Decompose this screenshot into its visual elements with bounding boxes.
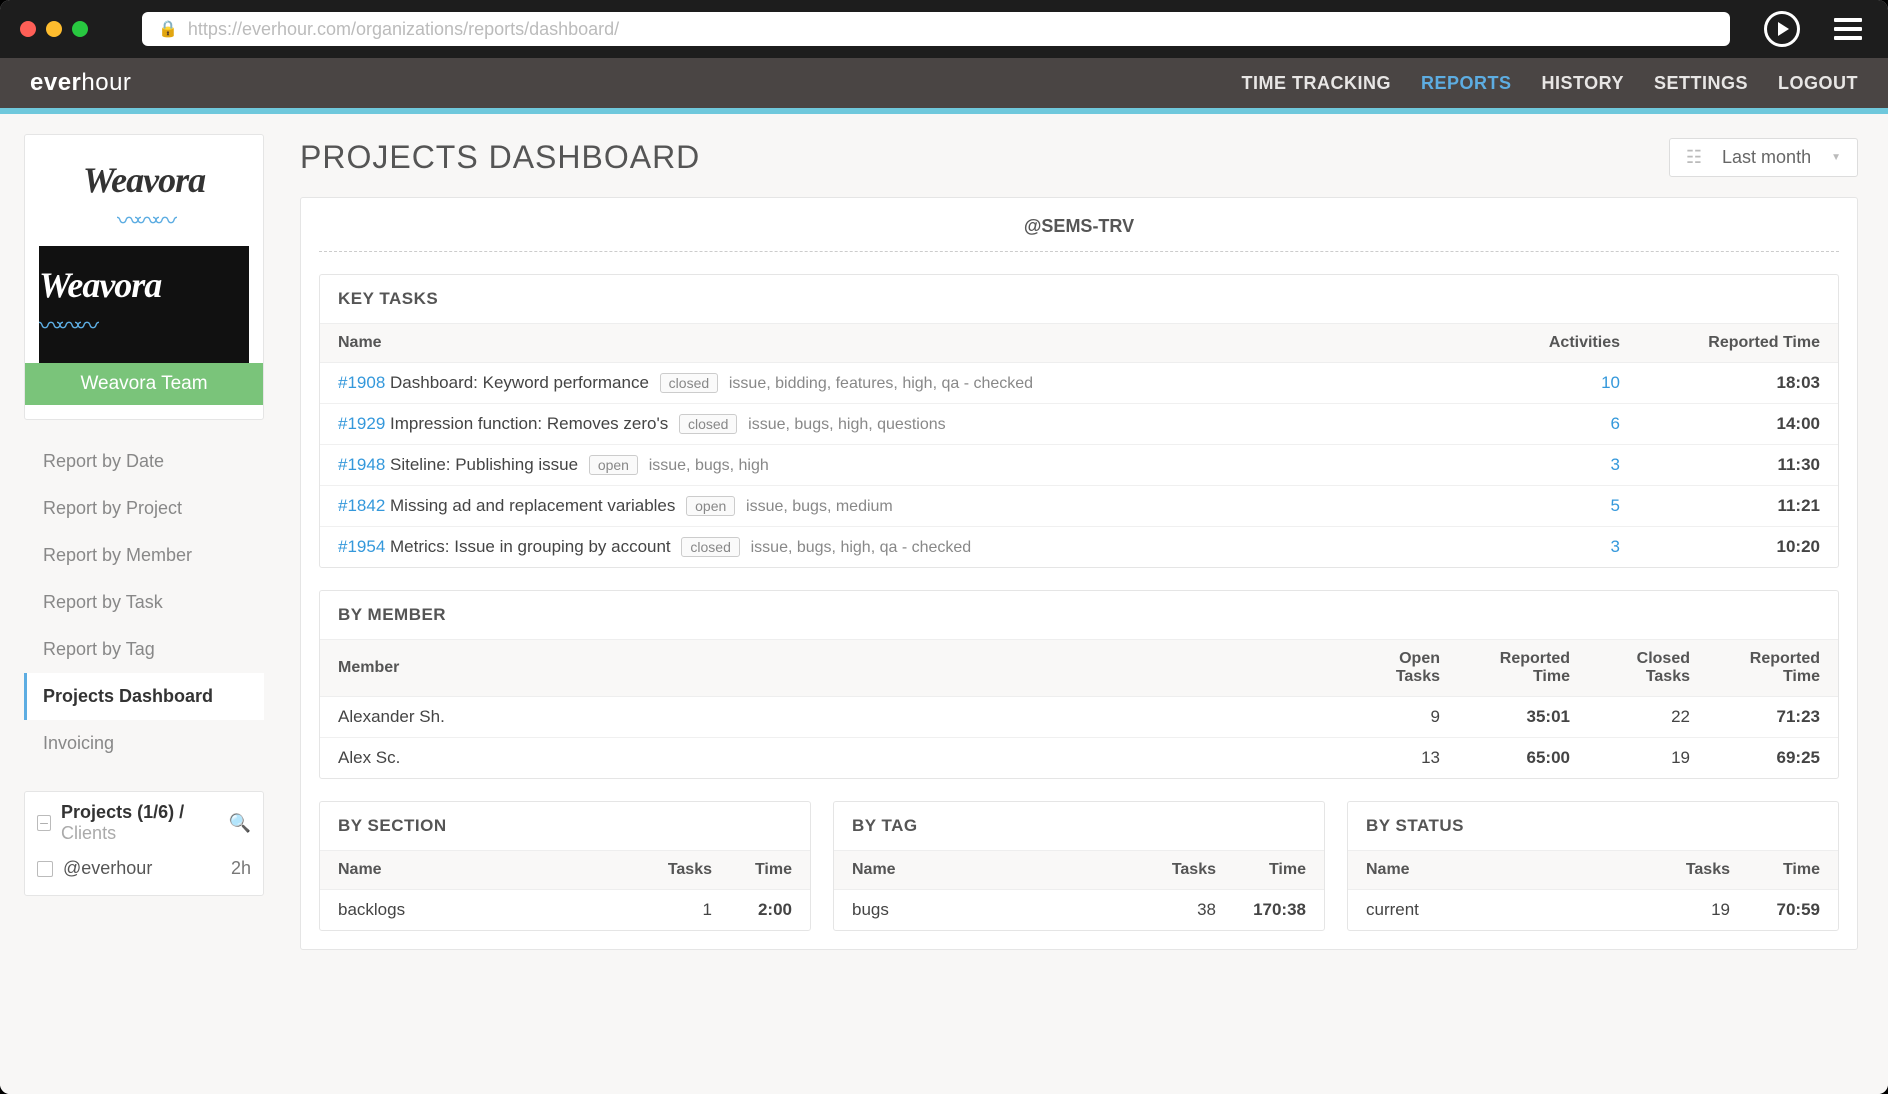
page-title: PROJECTS DASHBOARD (300, 139, 700, 176)
table-row: bugs38170:38 (834, 890, 1324, 931)
url-bar[interactable]: 🔒 https://everhour.com/organizations/rep… (142, 12, 1730, 46)
issue-link[interactable]: #1948 (338, 455, 385, 474)
projects-filter-card: – Projects (1/6) / Clients 🔍 @everhour2h (24, 791, 264, 896)
chevron-down-icon: ▼ (1831, 152, 1841, 163)
activities-link[interactable]: 5 (1611, 496, 1620, 515)
status-pill: open (589, 455, 638, 475)
top-nav: everhour TIME TRACKING REPORTS HISTORY SETT… (0, 58, 1888, 108)
table-row: #1842 Missing ad and replacement variabl… (320, 486, 1838, 527)
activities-link[interactable]: 6 (1611, 414, 1620, 433)
key-tasks-card: KEY TASKS Name Activities Reported Time … (319, 274, 1839, 568)
app-logo[interactable]: everhour (30, 69, 131, 97)
by-tag-card: BY TAG Name Tasks Time bugs38170:38 (833, 801, 1325, 931)
organization-card: Weavora 〰〰〰 Weavora 〰〰〰 Weavora Team (24, 134, 264, 420)
activities-link[interactable]: 3 (1611, 455, 1620, 474)
issue-link[interactable]: #1908 (338, 373, 385, 392)
nav-link-settings[interactable]: SETTINGS (1654, 73, 1748, 94)
table-row: current1970:59 (1348, 890, 1838, 931)
nav-link-logout[interactable]: LOGOUT (1778, 73, 1858, 94)
sidebar-item-report-by-member[interactable]: Report by Member (24, 532, 264, 579)
main-content: PROJECTS DASHBOARD ☷ Last month ▼ @SEMS-… (270, 114, 1888, 1094)
issue-link[interactable]: #1842 (338, 496, 385, 515)
browser-titlebar: 🔒 https://everhour.com/organizations/rep… (0, 0, 1888, 58)
by-member-card: BY MEMBER Member OpenTasks ReportedTime … (319, 590, 1839, 779)
collapse-icon[interactable]: – (37, 815, 51, 831)
filter-row[interactable]: @everhour2h (37, 852, 251, 885)
sidebar-item-report-by-tag[interactable]: Report by Tag (24, 626, 264, 673)
search-icon[interactable]: 🔍 (229, 813, 251, 834)
table-row: #1908 Dashboard: Keyword performance clo… (320, 363, 1838, 404)
activities-link[interactable]: 10 (1601, 373, 1620, 392)
calendar-icon: ☷ (1686, 147, 1702, 168)
team-badge[interactable]: Weavora Team (25, 363, 263, 405)
table-row: #1948 Siteline: Publishing issue open is… (320, 445, 1838, 486)
table-row: #1929 Impression function: Removes zero'… (320, 404, 1838, 445)
sidebar: Weavora 〰〰〰 Weavora 〰〰〰 Weavora Team Rep… (0, 114, 270, 1094)
maximize-window-button[interactable] (72, 21, 88, 37)
status-pill: closed (660, 373, 718, 393)
org-logo-dark: Weavora 〰〰〰 (39, 246, 249, 363)
checkbox[interactable] (37, 861, 53, 877)
minimize-window-button[interactable] (46, 21, 62, 37)
hamburger-menu-icon[interactable] (1834, 18, 1862, 40)
sidebar-item-report-by-project[interactable]: Report by Project (24, 485, 264, 532)
status-pill: open (686, 496, 735, 516)
table-row: backlogs12:00 (320, 890, 810, 931)
sidebar-item-report-by-task[interactable]: Report by Task (24, 579, 264, 626)
table-row: #1954 Metrics: Issue in grouping by acco… (320, 527, 1838, 568)
org-logo-light: Weavora 〰〰〰 (39, 149, 249, 236)
lock-icon: 🔒 (158, 19, 178, 39)
status-pill: closed (681, 537, 739, 557)
play-button[interactable] (1764, 11, 1800, 47)
sidebar-item-report-by-date[interactable]: Report by Date (24, 438, 264, 485)
sidebar-item-invoicing[interactable]: Invoicing (24, 720, 264, 767)
table-row: Alexander Sh.935:012271:23 (320, 697, 1838, 738)
issue-link[interactable]: #1929 (338, 414, 385, 433)
status-pill: closed (679, 414, 737, 434)
url-text: https://everhour.com/organizations/repor… (188, 19, 619, 40)
nav-link-reports[interactable]: REPORTS (1421, 73, 1512, 94)
table-row: Alex Sc.1365:001969:25 (320, 738, 1838, 779)
close-window-button[interactable] (20, 21, 36, 37)
project-handle: @SEMS-TRV (319, 216, 1839, 252)
sidebar-item-projects-dashboard[interactable]: Projects Dashboard (24, 673, 264, 720)
issue-link[interactable]: #1954 (338, 537, 385, 556)
nav-link-history[interactable]: HISTORY (1541, 73, 1624, 94)
by-section-card: BY SECTION Name Tasks Time backlogs12:00 (319, 801, 811, 931)
date-range-picker[interactable]: ☷ Last month ▼ (1669, 138, 1858, 177)
by-status-card: BY STATUS Name Tasks Time current1970:59 (1347, 801, 1839, 931)
activities-link[interactable]: 3 (1611, 537, 1620, 556)
nav-link-time-tracking[interactable]: TIME TRACKING (1241, 73, 1391, 94)
